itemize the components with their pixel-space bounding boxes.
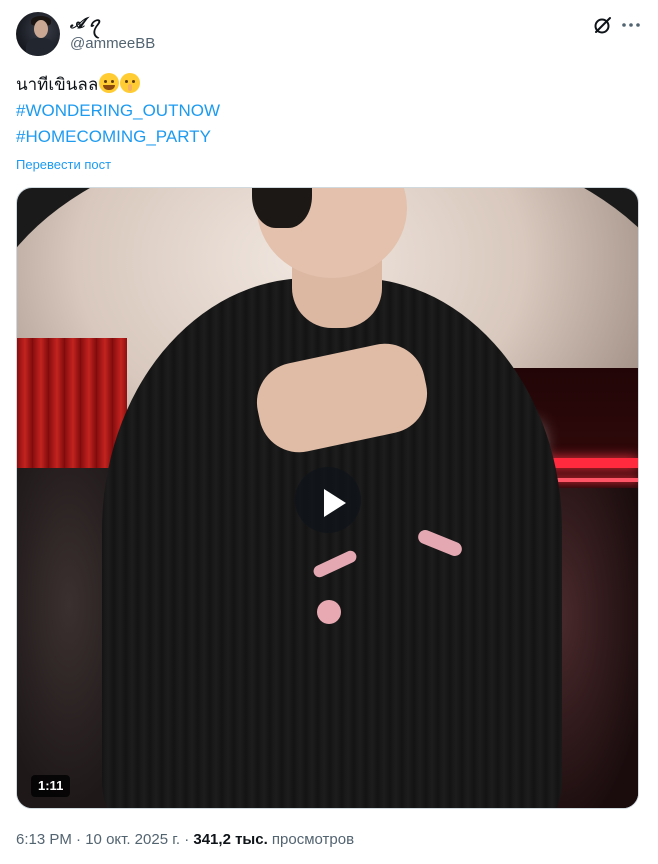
meta-separator: ·: [76, 831, 82, 848]
tweet-body-text: นาทีเขินลล: [16, 75, 99, 94]
tweet-timestamp[interactable]: 6:13 PM · 10 окт. 2025 г.: [16, 831, 180, 848]
video-player[interactable]: 1:11: [16, 187, 639, 809]
tweet-time: 6:13 PM: [16, 831, 72, 848]
video-frame-flower-brooch: [317, 600, 341, 624]
avatar-body: [26, 38, 54, 56]
tweet-text-line: นาทีเขินลล: [16, 72, 220, 98]
hashtag-homecoming-party[interactable]: #HOMECOMING_PARTY: [16, 124, 220, 150]
meta-separator: ·: [184, 831, 190, 848]
user-names: 𝓐 ꪖ @ammeeBB: [70, 14, 155, 54]
user-avatar[interactable]: [16, 12, 60, 56]
avatar-face: [34, 20, 48, 38]
play-icon[interactable]: [295, 467, 361, 533]
more-dots-icon[interactable]: [620, 14, 642, 36]
tweet-date: 10 окт. 2025 г.: [85, 831, 181, 848]
tweet-meta: 6:13 PM · 10 окт. 2025 г. · 341,2 тыс. п…: [16, 830, 354, 850]
views-count: 341,2 тыс.: [193, 831, 268, 848]
tweet-text: นาทีเขินลล #WONDERING_OUTNOW #HOMECOMING…: [16, 72, 220, 150]
tweet-header: 𝓐 ꪖ @ammeeBB: [16, 12, 642, 60]
video-duration-badge: 1:11: [31, 775, 71, 797]
views-label: просмотров: [271, 831, 355, 848]
hashtag-wondering-outnow[interactable]: #WONDERING_OUTNOW: [16, 98, 220, 124]
grok-icon[interactable]: [592, 14, 614, 36]
hugging-face-emoji-icon: [99, 73, 120, 93]
user-handle[interactable]: @ammeeBB: [70, 34, 155, 54]
shushing-face-emoji-icon: [120, 73, 141, 93]
translate-post-link[interactable]: Перевести пост: [16, 157, 111, 172]
display-name[interactable]: 𝓐 ꪖ: [70, 14, 155, 34]
